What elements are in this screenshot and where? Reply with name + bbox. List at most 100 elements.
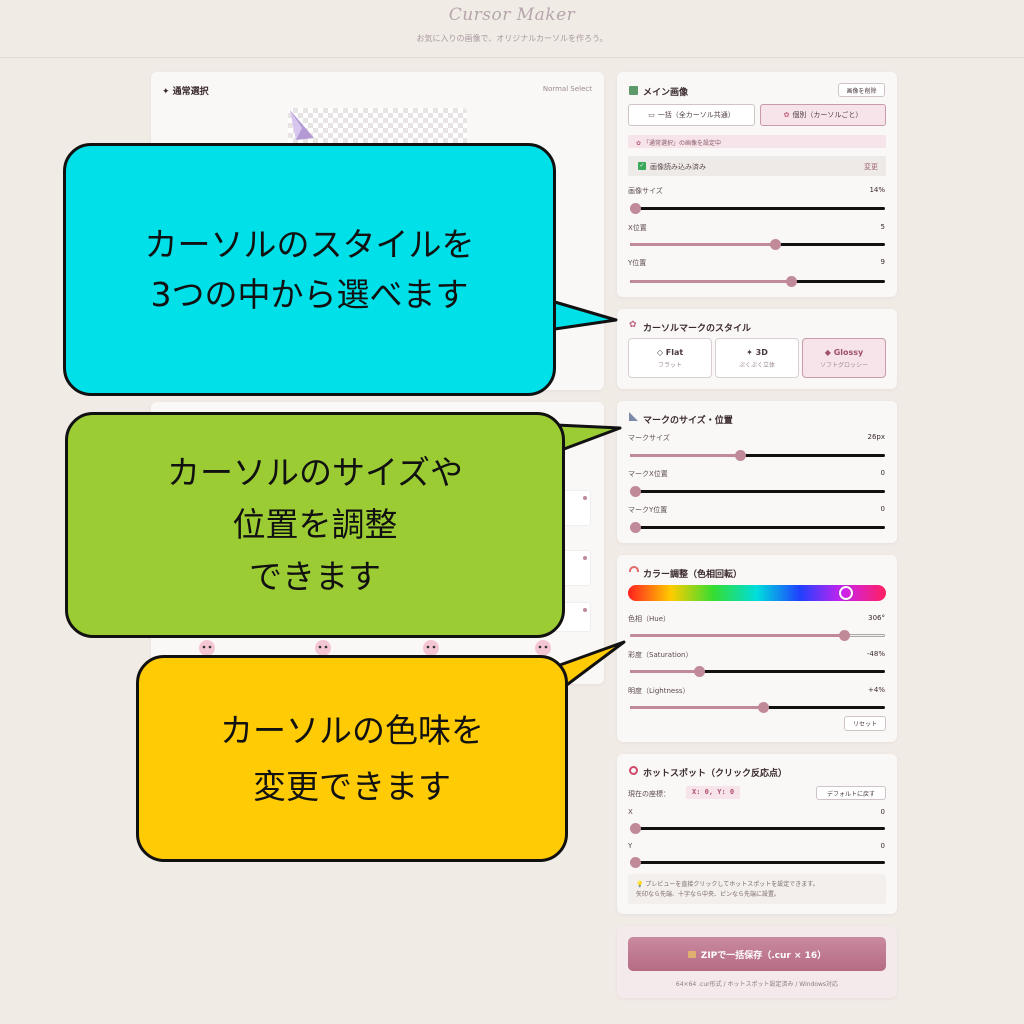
coord-value: X: 0, Y: 0	[686, 786, 741, 799]
hotspot-title: ホットスポット（クリック反応点）	[643, 769, 788, 779]
delete-image-button[interactable]: 画像を削除	[838, 83, 885, 97]
image-size-value: 14%	[869, 186, 885, 194]
y-position-value: 9	[880, 258, 885, 266]
loaded-label: 画像読み込み済み	[650, 163, 706, 171]
status-dot	[583, 608, 587, 612]
image-icon	[629, 86, 638, 95]
save-zip-button[interactable]: ZIPで一括保存（.cur × 16）	[628, 937, 886, 971]
flower-icon: ✿	[783, 111, 790, 119]
preview-canvas[interactable]	[288, 108, 467, 148]
mode-each-button[interactable]: ✿ 個別（カーソルごと）	[760, 104, 886, 126]
hotspot-y-slider[interactable]	[630, 856, 885, 870]
app-header: Cursor Maker お気に入りの画像で、オリジナルカーソルを作ろう。	[0, 0, 1024, 58]
loaded-row: ✓ 画像読み込み済み 変更	[628, 156, 886, 176]
mark-size-card: マークのサイズ・位置 マークサイズ 26px マークX位置 0 マークY位置 0	[617, 401, 897, 543]
hotspot-x-value: 0	[880, 808, 885, 816]
mark-size-value: 26px	[867, 433, 886, 441]
style-option-sub: ソフトグロッシー	[819, 362, 868, 369]
change-link[interactable]: 変更	[864, 162, 878, 172]
callout-size: カーソルのサイズや 位置を調整 できます	[65, 412, 565, 638]
callout-size-line3: できます	[248, 557, 381, 596]
hotspot-tip: 💡 プレビューを直接クリックしてホットスポットを設定できます。 矢印なら先端、十…	[628, 874, 886, 904]
image-size-label: 画像サイズ	[628, 187, 663, 195]
main-image-card: メイン画像 画像を削除 ▭ 一括（全カーソル共通） ✿ 個別（カーソルごと） ✿…	[617, 72, 897, 297]
callout-size-line2: 位置を調整	[232, 505, 398, 544]
mark-size-label: マークサイズ	[628, 434, 670, 442]
callout-style-line2: 3つの中から選べます	[150, 274, 469, 314]
mode-all-label: 一括（全カーソル共通）	[657, 111, 735, 119]
saturation-label: 彩度（Saturation）	[628, 651, 693, 659]
hotspot-tip-line2: 矢印なら先端、十字なら中央、ピンなら先端に設置。	[636, 891, 781, 898]
preview-title: ✦ 通常選択	[162, 87, 209, 97]
mark-size-slider[interactable]	[630, 449, 885, 463]
hue-label: 色相（Hue）	[628, 615, 671, 623]
save-card: ZIPで一括保存（.cur × 16） 64×64 .cur形式 / ホットスポ…	[617, 926, 897, 998]
mode-each-label: 個別（カーソルごと）	[792, 111, 863, 119]
callout-color-line1: カーソルの色味を	[220, 710, 484, 750]
style-option-flat[interactable]: ◇ Flat フラット	[628, 338, 712, 378]
hotspot-card: ホットスポット（クリック反応点） 現在の座標： X: 0, Y: 0 デフォルト…	[617, 754, 897, 914]
cursor-preview-icon	[290, 110, 314, 140]
color-card: カラー調整（色相回転） 色相（Hue） 306° 彩度（Saturation） …	[617, 555, 897, 742]
y-position-slider[interactable]	[630, 275, 885, 289]
app-title: Cursor Maker	[448, 5, 576, 25]
setting-notice: ✿ 「通常選択」の画像を設定中	[628, 135, 886, 148]
hotspot-x-label: X	[628, 808, 633, 816]
mark-y-label: マークY位置	[628, 506, 668, 514]
mode-all-button[interactable]: ▭ 一括（全カーソル共通）	[628, 104, 755, 126]
x-position-value: 5	[880, 223, 885, 231]
preview-subtitle: Normal Select	[542, 85, 592, 93]
lightness-slider[interactable]	[630, 701, 885, 715]
saturation-slider[interactable]	[630, 665, 885, 679]
callout-size-line1: カーソルのサイズや	[166, 453, 463, 492]
mark-x-slider[interactable]	[630, 485, 885, 499]
status-dot	[583, 556, 587, 560]
hue-spectrum[interactable]	[628, 585, 886, 601]
save-note: 64×64 .cur形式 / ホットスポット設定済み / Windows対応	[675, 981, 839, 988]
style-option-label: ✦ 3D	[746, 348, 768, 357]
mark-size-title: マークのサイズ・位置	[643, 416, 733, 426]
coord-label: 現在の座標：	[628, 790, 670, 798]
main-image-title: メイン画像	[643, 88, 689, 98]
hue-slider[interactable]	[630, 629, 885, 643]
callout-style: カーソルのスタイルを 3つの中から選べます	[63, 143, 556, 396]
mark-y-value: 0	[880, 505, 885, 513]
hue-spectrum-handle[interactable]	[839, 586, 853, 600]
hotspot-y-label: Y	[628, 842, 633, 850]
save-zip-label: ZIPで一括保存（.cur × 16）	[700, 950, 827, 961]
reset-default-button[interactable]: デフォルトに戻す	[816, 786, 886, 800]
camera-icon: ▭	[648, 111, 655, 119]
style-option-label: ◇ Flat	[656, 348, 684, 357]
setting-notice-text: 「通常選択」の画像を設定中	[642, 140, 721, 147]
lightness-label: 明度（Lightness）	[628, 687, 690, 695]
image-size-slider[interactable]	[630, 202, 885, 216]
style-option-label: ◆ Glossy	[824, 348, 864, 357]
target-icon	[629, 766, 638, 775]
hue-value: 306°	[868, 614, 885, 622]
reset-button[interactable]: リセット	[844, 716, 886, 731]
style-option-3d[interactable]: ✦ 3D ぷくぷく立体	[715, 338, 799, 378]
mark-y-slider[interactable]	[630, 521, 885, 535]
flower-icon: ✿	[629, 320, 637, 330]
app-subtitle: お気に入りの画像で、オリジナルカーソルを作ろう。	[416, 34, 608, 43]
package-icon	[687, 950, 696, 958]
x-position-slider[interactable]	[630, 238, 885, 252]
callout-color: カーソルの色味を 変更できます	[136, 655, 568, 862]
lightness-value: +4%	[868, 686, 885, 694]
callout-style-line1: カーソルのスタイルを	[144, 224, 475, 264]
hotspot-tip-line1: 💡 プレビューを直接クリックしてホットスポットを設定できます。	[636, 881, 819, 888]
color-title: カラー調整（色相回転）	[643, 570, 743, 580]
y-position-label: Y位置	[628, 259, 647, 267]
callout-color-line2: 変更できます	[253, 766, 451, 806]
x-position-label: X位置	[628, 224, 647, 232]
status-dot	[583, 496, 587, 500]
flower-icon: ✿	[636, 140, 643, 147]
ruler-icon	[629, 412, 638, 421]
mark-x-value: 0	[880, 469, 885, 477]
rainbow-icon	[629, 566, 639, 572]
hotspot-x-slider[interactable]	[630, 822, 885, 836]
check-icon: ✓	[638, 162, 646, 170]
saturation-value: -48%	[866, 650, 885, 658]
style-option-glossy[interactable]: ◆ Glossy ソフトグロッシー	[802, 338, 886, 378]
style-option-sub: フラット	[657, 362, 682, 369]
